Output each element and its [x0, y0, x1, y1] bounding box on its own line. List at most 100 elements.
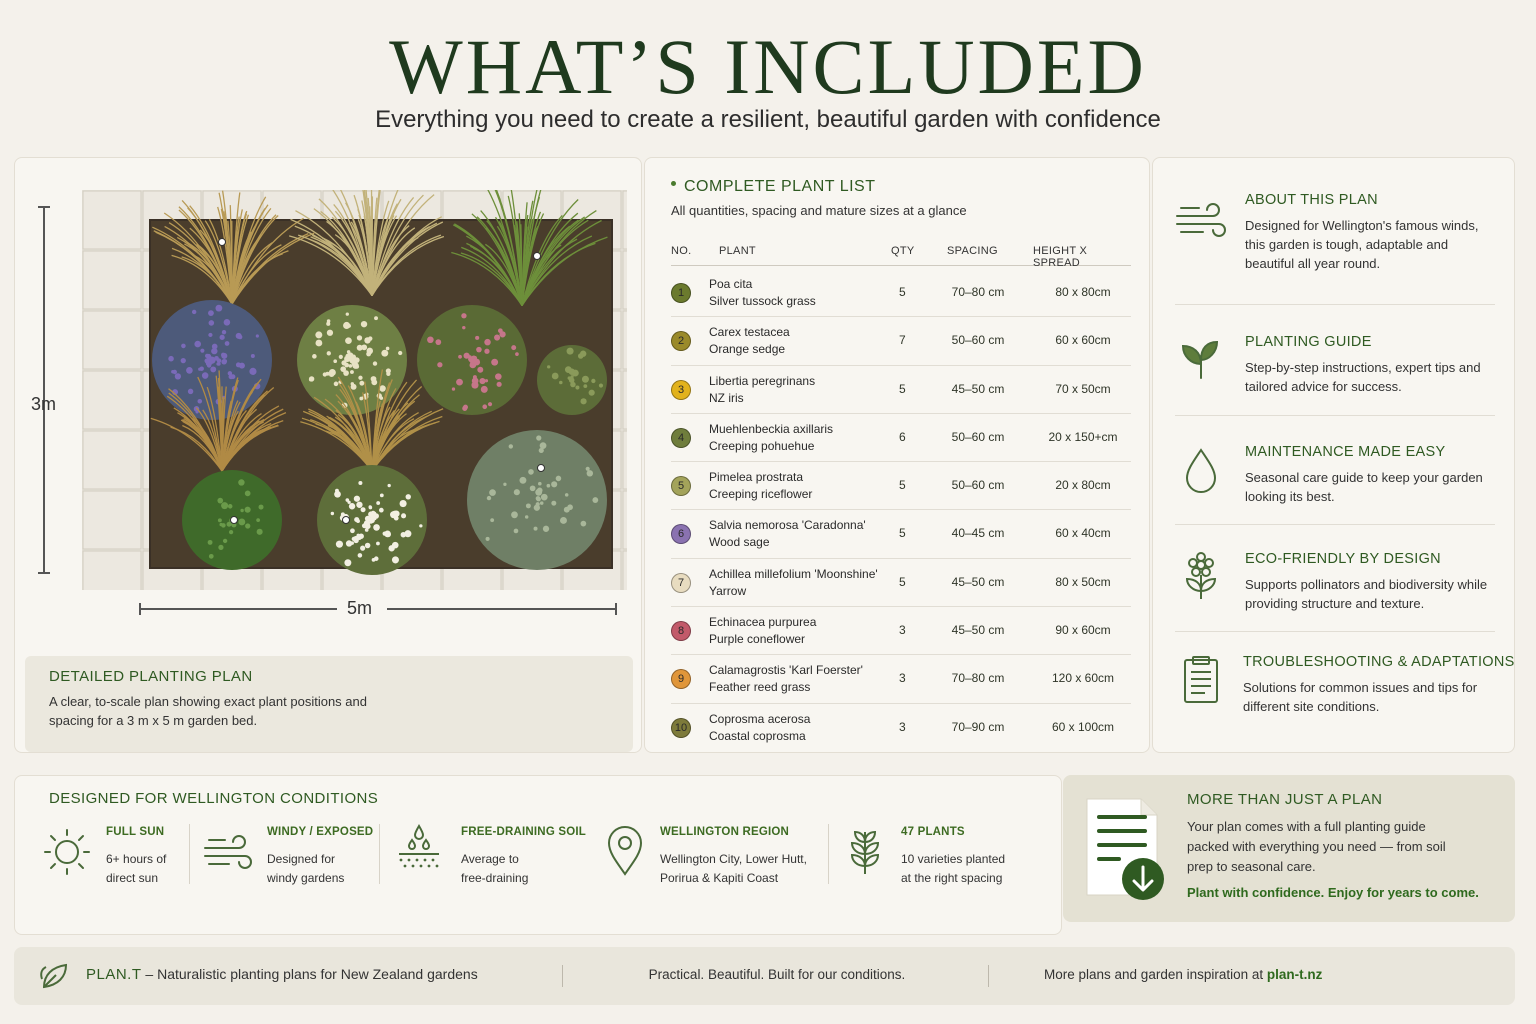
- plant-number-badge: 3: [671, 379, 691, 400]
- divider: [828, 824, 829, 884]
- plant-number-badge: 9: [671, 669, 691, 690]
- feature-text: Solutions for common issues and tips for…: [1243, 680, 1478, 714]
- condition-title: 47 PLANTS: [901, 826, 965, 838]
- plant-number-badge: 8: [671, 621, 691, 642]
- brand-tagline: – Naturalistic planting plans for New Ze…: [141, 966, 478, 982]
- plant-qty: 5: [899, 381, 906, 396]
- sun-icon: [44, 829, 90, 875]
- divider: [379, 824, 380, 884]
- plant-spacing: 45–50 cm: [951, 381, 1005, 396]
- more-tagline: Plant with confidence. Enjoy for years t…: [1187, 885, 1479, 900]
- plant-qty: 5: [899, 526, 906, 541]
- location-pin-icon: [607, 826, 643, 876]
- pimelea-clump: [317, 465, 427, 575]
- condition-text: 10 varieties planted at the right spacing: [901, 852, 1006, 885]
- plant-spacing: 70–80 cm: [951, 671, 1005, 686]
- table-row: 2 Carex testacea Orange sedge 7 50–60 cm 60 x…: [671, 317, 1131, 366]
- plant-name: Achillea millefolium 'Moonshine' Yarrow: [709, 566, 878, 598]
- plant-qty: 3: [899, 719, 906, 734]
- plant-size: 80 x 50cm: [1055, 574, 1111, 589]
- document-download-icon: [1086, 798, 1164, 900]
- plant-qty: 3: [899, 623, 906, 638]
- plant-list-title: COMPLETE PLANT LIST: [671, 178, 875, 196]
- page-title: WHAT’S INCLUDED: [389, 23, 1147, 110]
- plant-name: Coprosma acerosa Coastal coprosma: [709, 711, 811, 743]
- feature-title: TROUBLESHOOTING & ADAPTATIONS: [1243, 654, 1515, 670]
- soil-drainage-icon: [399, 824, 439, 868]
- about-plan-card: ABOUT THIS PLAN Designed for Wellington'…: [1152, 157, 1515, 753]
- plan-caption: DETAILED PLANTING PLAN A clear, to-scale…: [25, 656, 633, 752]
- divider: [1175, 304, 1495, 305]
- leaf-logo-icon: [40, 963, 68, 989]
- condition-text: Designed for windy gardens: [267, 852, 345, 885]
- feature-title: ABOUT THIS PLAN: [1245, 192, 1378, 208]
- bullet-dot: [671, 181, 676, 187]
- col-plant: PLANT: [719, 245, 756, 257]
- plant-number-badge: 5: [671, 476, 691, 497]
- divider: [1175, 524, 1495, 525]
- plant-size: 90 x 60cm: [1055, 623, 1111, 638]
- plant-size: 20 x 150+cm: [1048, 429, 1118, 444]
- plant-position-marker: [537, 464, 545, 472]
- plant-size: 80 x 80cm: [1055, 285, 1111, 299]
- plant-list-card: COMPLETE PLANT LIST All quantities, spac…: [644, 157, 1150, 753]
- plant-number-badge: 7: [671, 572, 691, 593]
- table-row: 6 Salvia nemorosa 'Caradonna' Wood sage 5 40…: [671, 510, 1131, 559]
- width-dimension-line: [139, 603, 617, 615]
- wind-icon: [204, 835, 252, 869]
- divider: [189, 824, 190, 884]
- plant-name: Calamagrostis 'Karl Foerster' Feather ree…: [709, 663, 863, 695]
- divider: [988, 965, 989, 987]
- feature-title: ECO-FRIENDLY BY DESIGN: [1245, 551, 1441, 567]
- plant-table-header: NO. PLANT QTY SPACING HEIGHT X SPREAD: [671, 244, 1131, 269]
- table-row: 8 Echinacea purpurea Purple coneflower 3 45–…: [671, 607, 1131, 656]
- page-subtitle: Everything you need to create a resilien…: [375, 106, 1161, 133]
- plant-spacing: 50–60 cm: [951, 478, 1005, 493]
- plant-name: Libertia peregrinans NZ iris: [709, 373, 816, 405]
- footer: PLAN.T – Naturalistic planting plans for…: [14, 947, 1515, 1005]
- plant-spacing: 45–50 cm: [951, 623, 1005, 638]
- feature-text: Designed for Wellington's famous winds, …: [1245, 218, 1479, 271]
- plant-spacing: 50–60 cm: [951, 429, 1005, 444]
- feature-title: PLANTING GUIDE: [1245, 334, 1372, 350]
- plant-size: 120 x 60cm: [1051, 671, 1115, 686]
- condition-title: FULL SUN: [106, 826, 165, 838]
- more-text: Your plan comes with a full planting gui…: [1187, 819, 1446, 874]
- plant-position-marker: [218, 238, 226, 246]
- plant-number-badge: 4: [671, 427, 691, 448]
- plant-spacing: 50–60 cm: [951, 333, 1005, 348]
- plant-spacing: 70–80 cm: [951, 285, 1005, 299]
- wind-icon: [1176, 203, 1226, 237]
- plant-qty: 3: [899, 671, 906, 686]
- col-height-spread: HEIGHT X SPREAD: [1033, 245, 1088, 269]
- plan-caption-text: A clear, to-scale plan showing exact pla…: [49, 694, 367, 728]
- shrub-clump: [537, 345, 607, 415]
- plant-qty: 5: [899, 574, 906, 589]
- more-title: MORE THAN JUST A PLAN: [1187, 791, 1383, 808]
- col-qty: QTY: [891, 245, 915, 257]
- plant-size: 60 x 40cm: [1055, 526, 1111, 541]
- conditions-title: DESIGNED FOR WELLINGTON CONDITIONS: [49, 790, 379, 807]
- brand-name: PLAN.T: [86, 966, 142, 983]
- plant-spacing: 40–45 cm: [951, 526, 1005, 541]
- plant-size: 20 x 80cm: [1055, 478, 1111, 493]
- water-drop-icon: [1185, 448, 1217, 493]
- more-than-plan-card: MORE THAN JUST A PLAN Your plan comes wi…: [1063, 775, 1515, 922]
- conditions-card: DESIGNED FOR WELLINGTON CONDITIONS FULL …: [14, 775, 1062, 935]
- plant-position-marker: [533, 252, 541, 260]
- table-row: 1 Poa cita Silver tussock grass 5 70–80 cm 80…: [671, 269, 1131, 318]
- table-row: 3 Libertia peregrinans NZ iris 5 45–50 cm 70 …: [671, 366, 1131, 414]
- website-link[interactable]: plan-t.nz: [1267, 967, 1323, 982]
- footer-middle-text: Practical. Beautiful. Built for our cond…: [648, 967, 906, 982]
- plant-qty: 6: [899, 429, 906, 444]
- width-dimension-label: 5m: [347, 598, 373, 618]
- plant-name: Poa cita Silver tussock grass: [709, 277, 816, 308]
- plant-name: Muehlenbeckia axillaris Creeping pohuehue: [709, 421, 834, 453]
- plant-number-badge: 6: [671, 524, 691, 545]
- plant-spacing: 70–90 cm: [951, 719, 1005, 734]
- plan-caption-title: DETAILED PLANTING PLAN: [49, 668, 253, 685]
- plant-table-body: 1 Poa cita Silver tussock grass 5 70–80 cm 80…: [671, 269, 1131, 752]
- plant-size: 60 x 60cm: [1055, 333, 1111, 348]
- coprosma-clump: [467, 430, 607, 570]
- table-row: 10 Coprosma acerosa Coastal coprosma 3 70–90…: [671, 704, 1131, 752]
